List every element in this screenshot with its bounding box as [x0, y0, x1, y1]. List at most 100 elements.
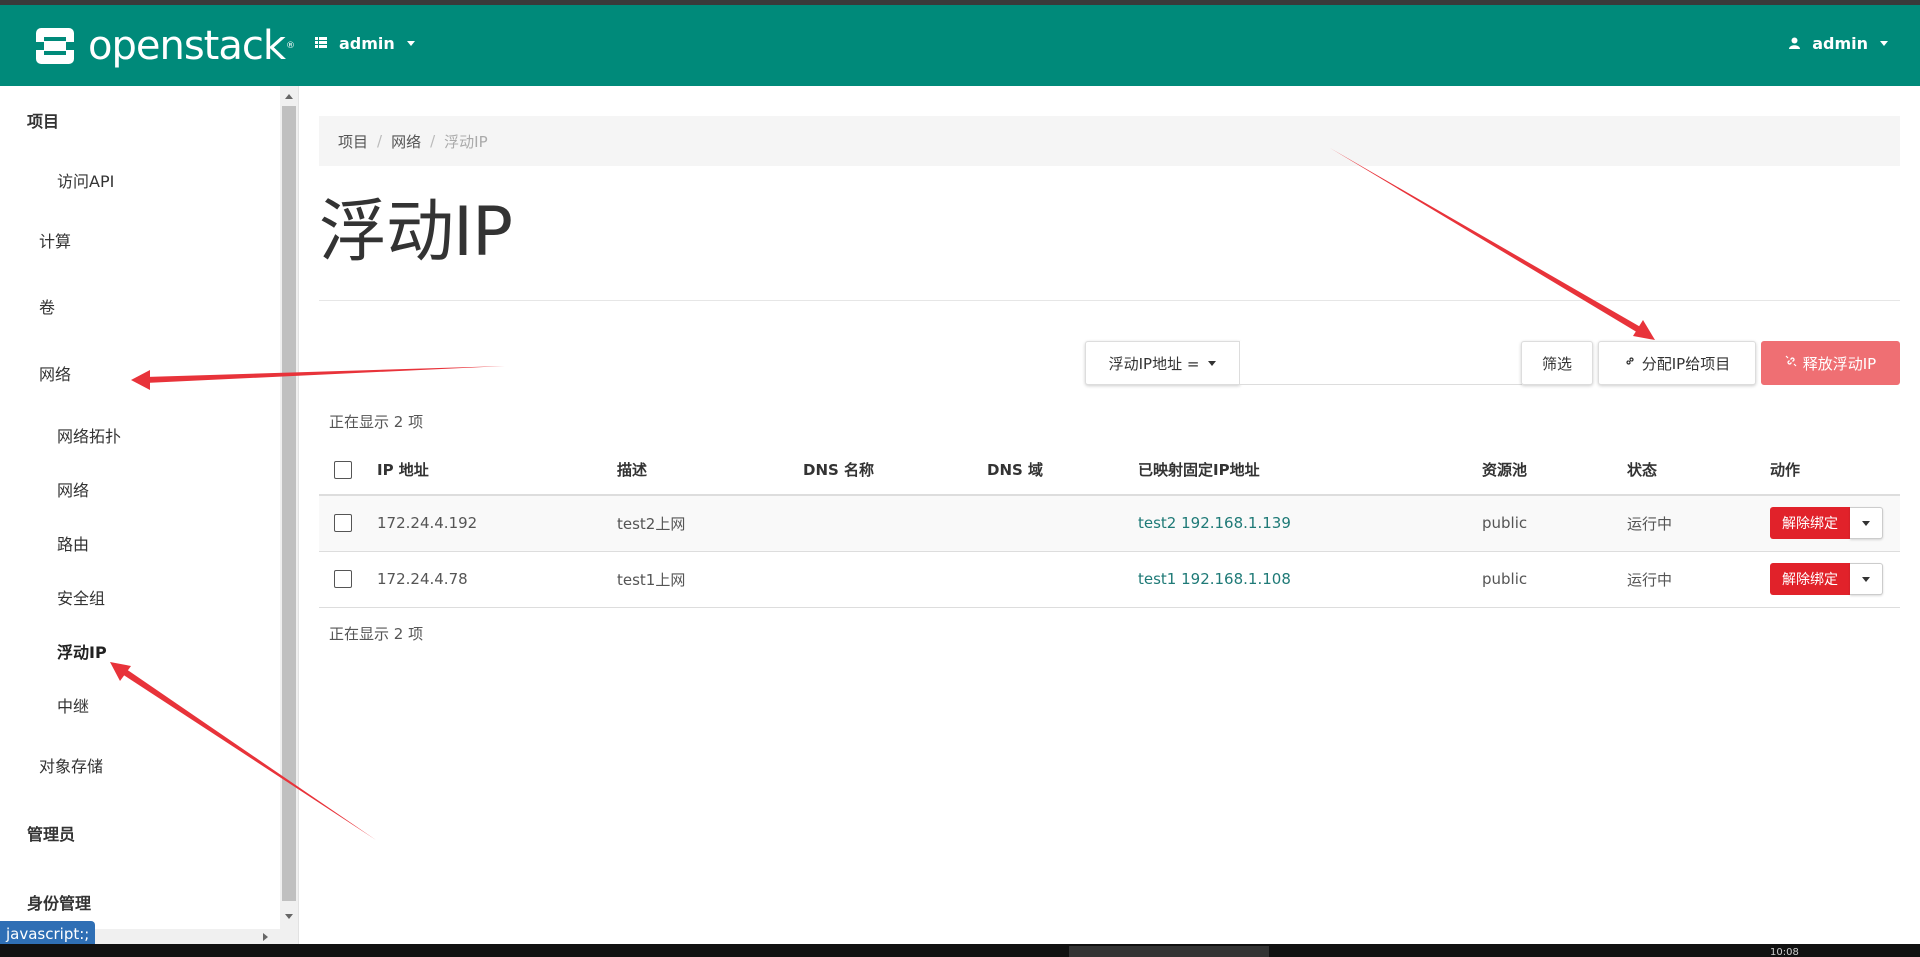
- column-header-dns-name[interactable]: DNS 名称: [803, 445, 987, 496]
- breadcrumb-network[interactable]: 网络: [391, 131, 421, 152]
- row-action-dropdown[interactable]: [1850, 507, 1883, 540]
- sidebar-item-trunks[interactable]: 中继: [57, 693, 89, 717]
- floating-ip-table: IP 地址 描述 DNS 名称 DNS 域 已映射固定IP地址 资源池 状态 动…: [319, 445, 1900, 608]
- release-floating-ip-button[interactable]: 释放浮动IP: [1761, 341, 1900, 385]
- cell-dns-domain: [987, 495, 1138, 552]
- cell-description: test1上网: [617, 551, 803, 608]
- chevron-down-icon: [1862, 520, 1870, 526]
- title-divider: [319, 300, 1900, 301]
- scroll-down-icon[interactable]: [285, 914, 293, 919]
- chevron-down-icon: [1880, 41, 1888, 46]
- row-action-group: 解除绑定: [1770, 507, 1900, 540]
- cell-ip: 172.24.4.78: [377, 551, 617, 608]
- table-row: 172.24.4.192 test2上网 test2 192.168.1.139…: [319, 495, 1900, 552]
- sidebar-scrollbar[interactable]: [280, 86, 298, 929]
- column-header-mapped-ip[interactable]: 已映射固定IP地址: [1138, 445, 1482, 496]
- column-header-ip[interactable]: IP 地址: [377, 445, 617, 496]
- cell-pool: public: [1482, 551, 1627, 608]
- sidebar-item-networks[interactable]: 网络: [57, 477, 89, 501]
- page-title: 浮动IP: [319, 193, 513, 272]
- sidebar: 项目 访问API 计算 卷 网络 网络拓扑 网络 路由 安全组 浮动IP 中继 …: [0, 86, 280, 944]
- sidebar-item-object-store[interactable]: 对象存储: [39, 753, 103, 777]
- breadcrumb-current: 浮动IP: [444, 132, 488, 151]
- sidebar-item-network-topology[interactable]: 网络拓扑: [57, 423, 121, 447]
- sidebar-item-identity[interactable]: 身份管理: [27, 890, 91, 914]
- openstack-logo[interactable]: openstack®: [34, 23, 295, 69]
- chevron-down-icon: [1208, 360, 1217, 366]
- cell-ip: 172.24.4.192: [377, 495, 617, 552]
- breadcrumb-separator: /: [377, 132, 383, 150]
- column-header-actions: 动作: [1770, 445, 1900, 496]
- openstack-logo-icon: [34, 25, 76, 67]
- select-all-checkbox[interactable]: [334, 460, 352, 479]
- cell-status: 运行中: [1627, 495, 1770, 552]
- project-selector-label: admin: [339, 34, 395, 53]
- sidebar-item-admin[interactable]: 管理员: [27, 821, 75, 845]
- item-count-top: 正在显示 2 项: [329, 413, 424, 431]
- filter-button-label: 筛选: [1541, 354, 1572, 373]
- table-row: 172.24.4.78 test1上网 test1 192.168.1.108 …: [319, 551, 1900, 608]
- cell-dns-name: [803, 495, 987, 552]
- row-select-cell: [319, 551, 377, 608]
- taskbar-active-item[interactable]: [1069, 946, 1269, 957]
- link-icon: [1624, 355, 1636, 371]
- row-checkbox[interactable]: [334, 514, 352, 533]
- filter-group: 浮动IP地址 =: [1085, 341, 1522, 385]
- row-action-group: 解除绑定: [1770, 563, 1900, 595]
- column-header-description[interactable]: 描述: [617, 445, 803, 496]
- filter-field-dropdown[interactable]: 浮动IP地址 =: [1085, 341, 1240, 385]
- user-menu-label: admin: [1812, 34, 1868, 53]
- sidebar-item-volumes[interactable]: 卷: [39, 294, 55, 318]
- table-header-row: IP 地址 描述 DNS 名称 DNS 域 已映射固定IP地址 资源池 状态 动…: [319, 445, 1900, 496]
- chevron-down-icon: [1862, 576, 1870, 582]
- top-navbar: openstack® admin admin: [0, 5, 1920, 86]
- select-all-cell: [319, 445, 377, 496]
- os-taskbar: [0, 944, 1920, 957]
- column-header-status[interactable]: 状态: [1627, 445, 1770, 496]
- scroll-right-icon[interactable]: [263, 933, 268, 941]
- sidebar-divider: [298, 86, 299, 944]
- sidebar-item-access-api[interactable]: 访问API: [57, 168, 114, 192]
- sidebar-item-network[interactable]: 网络: [39, 361, 71, 385]
- filter-button[interactable]: 筛选: [1521, 341, 1593, 385]
- release-floating-ip-label: 释放浮动IP: [1802, 354, 1877, 373]
- project-selector[interactable]: admin: [315, 34, 415, 53]
- column-header-pool[interactable]: 资源池: [1482, 445, 1627, 496]
- breadcrumb-separator: /: [430, 132, 436, 150]
- sidebar-item-project[interactable]: 项目: [27, 108, 59, 132]
- filter-field-label: 浮动IP地址 =: [1108, 354, 1200, 373]
- row-select-cell: [319, 495, 377, 552]
- cell-mapped-ip: test2 192.168.1.139: [1138, 495, 1482, 552]
- sidebar-item-routers[interactable]: 路由: [57, 531, 89, 555]
- sidebar-item-security-groups[interactable]: 安全组: [57, 585, 105, 609]
- column-header-dns-domain[interactable]: DNS 域: [987, 445, 1138, 496]
- filter-input[interactable]: [1240, 341, 1522, 385]
- mapped-instance-link[interactable]: test2 192.168.1.139: [1138, 514, 1291, 532]
- scroll-up-icon[interactable]: [285, 94, 293, 99]
- taskbar-clock: 10:08: [1770, 947, 1799, 957]
- sidebar-item-floating-ips[interactable]: 浮动IP: [57, 639, 107, 663]
- row-checkbox[interactable]: [334, 570, 352, 588]
- annotation-arrow-allocate: [1330, 148, 1655, 340]
- item-count-bottom: 正在显示 2 项: [329, 625, 424, 643]
- user-icon: [1789, 34, 1801, 53]
- mapped-instance-link[interactable]: test1 192.168.1.108: [1138, 570, 1291, 588]
- scrollbar-thumb[interactable]: [282, 106, 296, 901]
- sidebar-item-compute[interactable]: 计算: [39, 228, 71, 252]
- chevron-down-icon: [406, 41, 415, 46]
- cell-dns-name: [803, 551, 987, 608]
- list-icon: [315, 36, 327, 51]
- allocate-ip-label: 分配IP给项目: [1641, 354, 1731, 373]
- logo-text: openstack®: [88, 23, 295, 69]
- cell-mapped-ip: test1 192.168.1.108: [1138, 551, 1482, 608]
- cell-actions: 解除绑定: [1770, 551, 1900, 608]
- disassociate-button[interactable]: 解除绑定: [1770, 563, 1850, 595]
- breadcrumb-project[interactable]: 项目: [338, 131, 368, 152]
- unlink-icon: [1785, 355, 1797, 371]
- user-menu[interactable]: admin: [1789, 34, 1888, 53]
- cell-dns-domain: [987, 551, 1138, 608]
- cell-pool: public: [1482, 495, 1627, 552]
- allocate-ip-button[interactable]: 分配IP给项目: [1598, 341, 1756, 385]
- row-action-dropdown[interactable]: [1850, 563, 1883, 595]
- disassociate-button[interactable]: 解除绑定: [1770, 507, 1850, 540]
